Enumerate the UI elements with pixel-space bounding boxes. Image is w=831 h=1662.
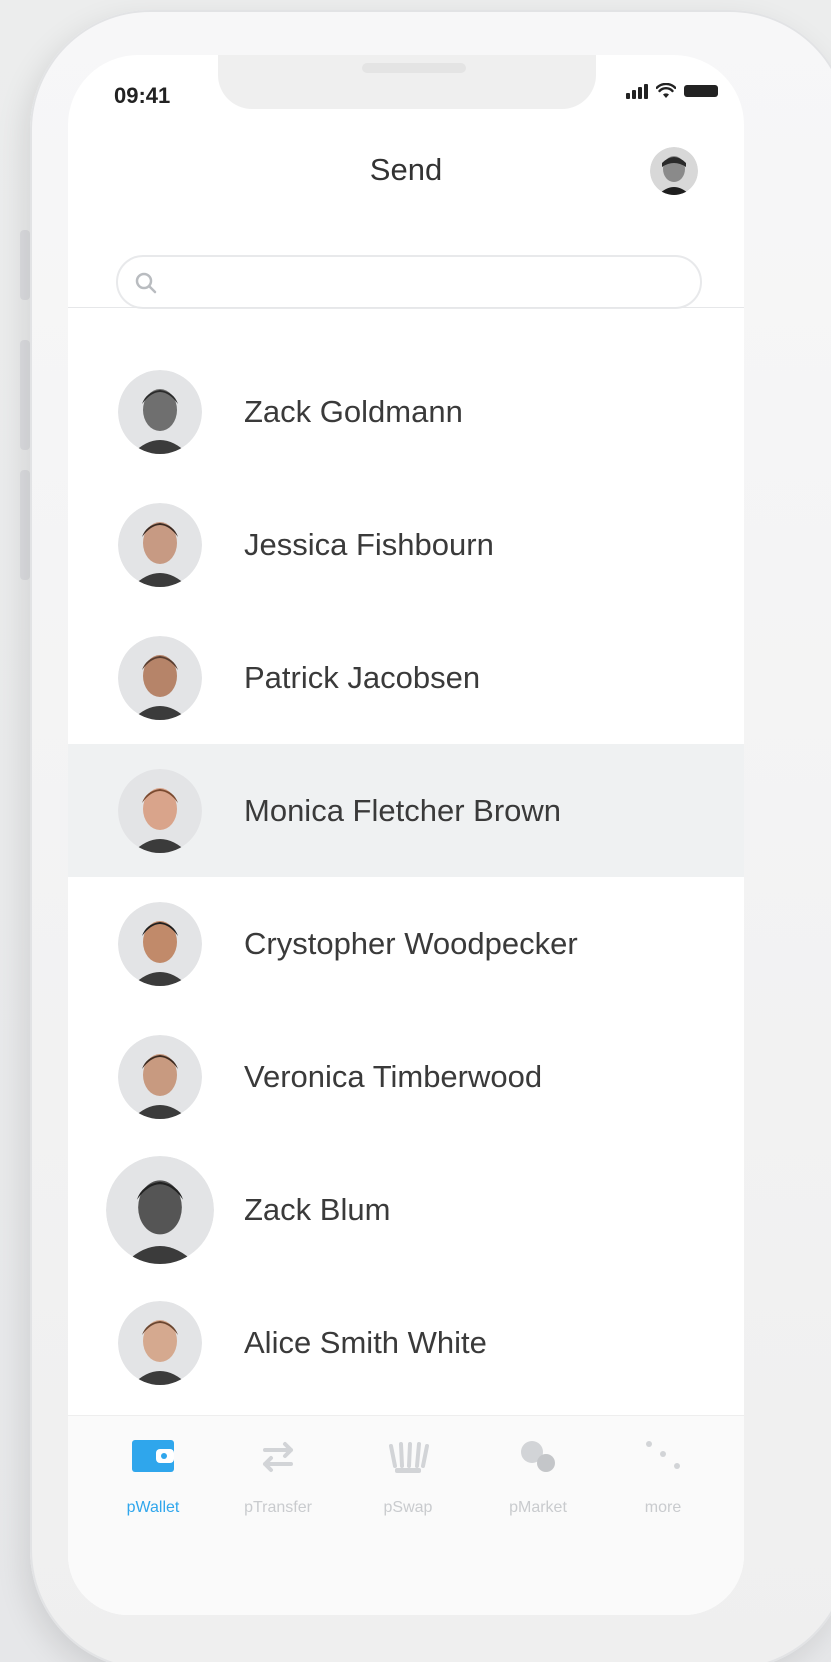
volume-down-button xyxy=(20,470,30,580)
mute-switch xyxy=(20,230,30,300)
contact-name: Monica Fletcher Brown xyxy=(244,792,562,828)
contact-list: Zack Goldmann Jessica Fishbourn Patrick Ja… xyxy=(68,345,744,1409)
contact-name: Alice Smith White xyxy=(244,1324,487,1360)
contact-avatar xyxy=(118,1300,202,1385)
tab-label: pMarket xyxy=(509,1499,567,1516)
contact-avatar xyxy=(118,901,202,986)
contact-row[interactable]: Veronica Timberwood xyxy=(68,1010,744,1143)
contact-avatar xyxy=(118,369,202,454)
contact-row[interactable]: Zack Blum xyxy=(68,1143,744,1276)
contact-row[interactable]: Jessica Fishbourn xyxy=(68,478,744,611)
notch xyxy=(218,55,596,109)
tab-label: pWallet xyxy=(126,1499,180,1516)
tab-more[interactable]: more xyxy=(603,1436,723,1536)
more-icon xyxy=(646,1441,680,1469)
tab-pwallet[interactable]: pWallet xyxy=(93,1436,213,1536)
wifi-icon xyxy=(656,83,676,98)
search-icon xyxy=(135,272,157,294)
contact-row[interactable]: Patrick Jacobsen xyxy=(68,611,744,744)
market-icon xyxy=(521,1441,555,1472)
contact-avatar xyxy=(118,1034,202,1119)
bottom-tab-bar: pWallet pTransfer pSwap pMarket more xyxy=(68,1415,744,1615)
tab-label: pSwap xyxy=(383,1499,433,1516)
contact-avatar xyxy=(118,502,202,587)
swap-icon xyxy=(389,1442,429,1473)
profile-avatar[interactable] xyxy=(650,147,698,195)
contact-name: Crystopher Woodpecker xyxy=(244,925,578,961)
tab-label: more xyxy=(644,1499,682,1516)
device-background: 09:41 Send Zack Goldmann Jessica Fishbou… xyxy=(0,0,831,1662)
volume-up-button xyxy=(20,340,30,450)
contact-name: Zack Blum xyxy=(244,1191,391,1227)
contact-name: Zack Goldmann xyxy=(244,393,463,429)
page-title: Send xyxy=(369,152,443,187)
contact-row[interactable]: Zack Goldmann xyxy=(68,345,744,478)
status-time: 09:41 xyxy=(114,83,171,108)
contact-row[interactable]: Crystopher Woodpecker xyxy=(68,877,744,1010)
signal-icon xyxy=(626,83,648,99)
tab-pmarket[interactable]: pMarket xyxy=(478,1436,598,1536)
search-input[interactable] xyxy=(170,263,690,303)
status-icons xyxy=(626,83,718,99)
contact-name: Patrick Jacobsen xyxy=(244,659,481,695)
tab-pswap[interactable]: pSwap xyxy=(348,1436,468,1536)
speaker-grill xyxy=(362,63,466,73)
search-bar[interactable] xyxy=(116,255,702,309)
header-divider xyxy=(68,307,744,308)
contact-row[interactable]: Monica Fletcher Brown xyxy=(68,744,744,877)
tab-ptransfer[interactable]: pTransfer xyxy=(218,1436,338,1536)
contact-avatar xyxy=(118,768,202,853)
tab-label: pTransfer xyxy=(244,1499,312,1516)
battery-icon xyxy=(684,85,718,97)
wallet-icon xyxy=(132,1440,174,1472)
contact-row[interactable]: Alice Smith White xyxy=(68,1276,744,1409)
transfer-icon xyxy=(263,1442,293,1472)
contact-name: Veronica Timberwood xyxy=(244,1058,543,1094)
contact-avatar xyxy=(118,635,202,720)
contact-avatar xyxy=(106,1155,214,1264)
app-screen: 09:41 Send Zack Goldmann Jessica Fishbou… xyxy=(68,55,744,1615)
contact-name: Jessica Fishbourn xyxy=(244,526,494,562)
